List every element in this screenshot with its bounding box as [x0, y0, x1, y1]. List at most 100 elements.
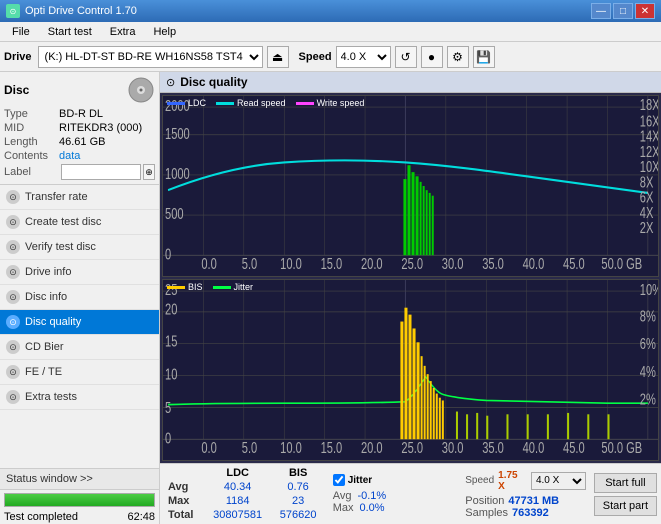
- svg-text:0: 0: [165, 430, 171, 447]
- close-button[interactable]: ✕: [635, 3, 655, 19]
- stats-ldc-header: LDC: [204, 466, 272, 480]
- stats-total-ldc: 30807581: [204, 508, 272, 522]
- disc-label-input[interactable]: [61, 164, 141, 180]
- position-label: Position: [465, 495, 504, 507]
- titlebar-controls: — □ ✕: [591, 3, 655, 19]
- drive-select[interactable]: (K:) HL-DT-ST BD-RE WH16NS58 TST4: [38, 46, 263, 68]
- sidebar-item-label-transfer-rate: Transfer rate: [25, 191, 88, 203]
- sidebar-item-extra-tests[interactable]: ⊙ Extra tests: [0, 385, 159, 410]
- record-button[interactable]: ●: [421, 46, 443, 68]
- progress-bar-fill: [5, 494, 154, 506]
- svg-text:10.0: 10.0: [280, 255, 302, 272]
- legend-jitter-color: [213, 286, 231, 289]
- svg-text:15.0: 15.0: [321, 255, 343, 272]
- sidebar-item-label-drive-info: Drive info: [25, 266, 71, 278]
- speed-info-label: Speed: [465, 475, 494, 486]
- jitter-checkbox[interactable]: [333, 474, 345, 486]
- disc-length-row: Length 46.61 GB: [4, 136, 155, 148]
- menu-start-test[interactable]: Start test: [40, 24, 100, 40]
- disc-length-value: 46.61 GB: [59, 136, 105, 148]
- sidebar-item-disc-quality[interactable]: ⊙ Disc quality: [0, 310, 159, 335]
- extra-tests-icon: ⊙: [6, 390, 20, 404]
- save-button[interactable]: 💾: [473, 46, 495, 68]
- disc-mid-row: MID RITEKDR3 (000): [4, 122, 155, 134]
- stats-avg-label: Avg: [164, 480, 204, 494]
- charts-container: 0 500 1000 1500 2000 0.0 5.0 10.0 15.0 2…: [160, 93, 661, 463]
- disc-contents-label: Contents: [4, 150, 59, 162]
- menu-help[interactable]: Help: [145, 24, 184, 40]
- menu-extra[interactable]: Extra: [102, 24, 144, 40]
- speed-info-value: 1.75 X: [498, 470, 527, 492]
- sidebar-item-fe-te[interactable]: ⊙ FE / TE: [0, 360, 159, 385]
- svg-text:5: 5: [165, 399, 171, 416]
- legend-read-speed: Read speed: [216, 98, 286, 108]
- stats-max-label: Max: [164, 494, 204, 508]
- sidebar-item-label-create-test-disc: Create test disc: [25, 216, 101, 228]
- stats-max-bis: 23: [272, 494, 325, 508]
- svg-text:40.0: 40.0: [523, 439, 545, 456]
- legend-ldc: LDC: [167, 98, 206, 108]
- refresh-button[interactable]: ↺: [395, 46, 417, 68]
- svg-text:2%: 2%: [640, 391, 656, 408]
- minimize-button[interactable]: —: [591, 3, 611, 19]
- toolbar: Drive (K:) HL-DT-ST BD-RE WH16NS58 TST4 …: [0, 42, 661, 72]
- stats-avg-bis: 0.76: [272, 480, 325, 494]
- svg-text:1500: 1500: [165, 125, 190, 142]
- verify-test-disc-icon: ⊙: [6, 240, 20, 254]
- disc-info-icon: ⊙: [6, 290, 20, 304]
- legend-ldc-label: LDC: [188, 98, 206, 108]
- svg-text:500: 500: [165, 206, 184, 223]
- sidebar-item-disc-info[interactable]: ⊙ Disc info: [0, 285, 159, 310]
- nav-items: ⊙ Transfer rate ⊙ Create test disc ⊙ Ver…: [0, 185, 159, 468]
- status-time: 62:48: [127, 511, 155, 523]
- svg-text:0: 0: [165, 246, 171, 263]
- svg-text:30.0: 30.0: [442, 255, 464, 272]
- sidebar-item-create-test-disc[interactable]: ⊙ Create test disc: [0, 210, 159, 235]
- settings-button[interactable]: ⚙: [447, 46, 469, 68]
- create-test-disc-icon: ⊙: [6, 215, 20, 229]
- legend-bis-color: [167, 286, 185, 289]
- sidebar-item-verify-test-disc[interactable]: ⊙ Verify test disc: [0, 235, 159, 260]
- app-title: Opti Drive Control 1.70: [25, 5, 137, 17]
- sidebar-item-transfer-rate[interactable]: ⊙ Transfer rate: [0, 185, 159, 210]
- start-full-button[interactable]: Start full: [594, 473, 657, 493]
- svg-text:2X: 2X: [640, 219, 654, 236]
- stats-row: LDC BIS Avg 40.34 0.76 Max: [164, 466, 657, 522]
- sidebar: Disc Type BD-R DL MID RITEKDR3 (000) Len…: [0, 72, 160, 524]
- jitter-header: Jitter: [333, 474, 454, 486]
- svg-text:5.0: 5.0: [242, 439, 257, 456]
- svg-text:8%: 8%: [640, 308, 656, 325]
- sidebar-item-cd-bier[interactable]: ⊙ CD Bier: [0, 335, 159, 360]
- samples-label: Samples: [465, 507, 508, 519]
- legend-write-speed-color: [296, 102, 314, 105]
- legend-read-speed-label: Read speed: [237, 98, 286, 108]
- sidebar-item-drive-info[interactable]: ⊙ Drive info: [0, 260, 159, 285]
- disc-label-icon-btn[interactable]: ⊕: [143, 164, 155, 180]
- disc-length-label: Length: [4, 136, 59, 148]
- maximize-button[interactable]: □: [613, 3, 633, 19]
- position-row: Position 47731 MB: [465, 495, 586, 507]
- eject-button[interactable]: ⏏: [267, 46, 289, 68]
- disc-mid-value: RITEKDR3 (000): [59, 122, 142, 134]
- speed-info-section: Speed 1.75 X 4.0 X Position 47731 MB Sam…: [461, 468, 590, 521]
- status-window-button[interactable]: Status window >>: [0, 469, 159, 490]
- start-part-button[interactable]: Start part: [594, 496, 657, 516]
- jitter-max-row: Max 0.0%: [333, 502, 454, 514]
- disc-contents-value: data: [59, 150, 80, 162]
- disc-contents-row: Contents data: [4, 150, 155, 162]
- menu-file[interactable]: File: [4, 24, 38, 40]
- disc-mid-label: MID: [4, 122, 59, 134]
- stats-empty-header: [164, 466, 204, 480]
- transfer-rate-icon: ⊙: [6, 190, 20, 204]
- disc-icon: [127, 76, 155, 104]
- legend-jitter-label: Jitter: [234, 282, 254, 292]
- speed-select-toolbar[interactable]: 4.0 X: [336, 46, 391, 68]
- status-text: Test completed: [4, 511, 78, 523]
- svg-text:15.0: 15.0: [321, 439, 343, 456]
- speed-stats-select[interactable]: 4.0 X: [531, 472, 586, 490]
- stats-max-ldc: 1184: [204, 494, 272, 508]
- stats-avg-row: Avg 40.34 0.76: [164, 480, 325, 494]
- legend-read-speed-color: [216, 102, 234, 105]
- chart1-legend: LDC Read speed Write speed: [167, 98, 364, 108]
- svg-text:45.0: 45.0: [563, 439, 585, 456]
